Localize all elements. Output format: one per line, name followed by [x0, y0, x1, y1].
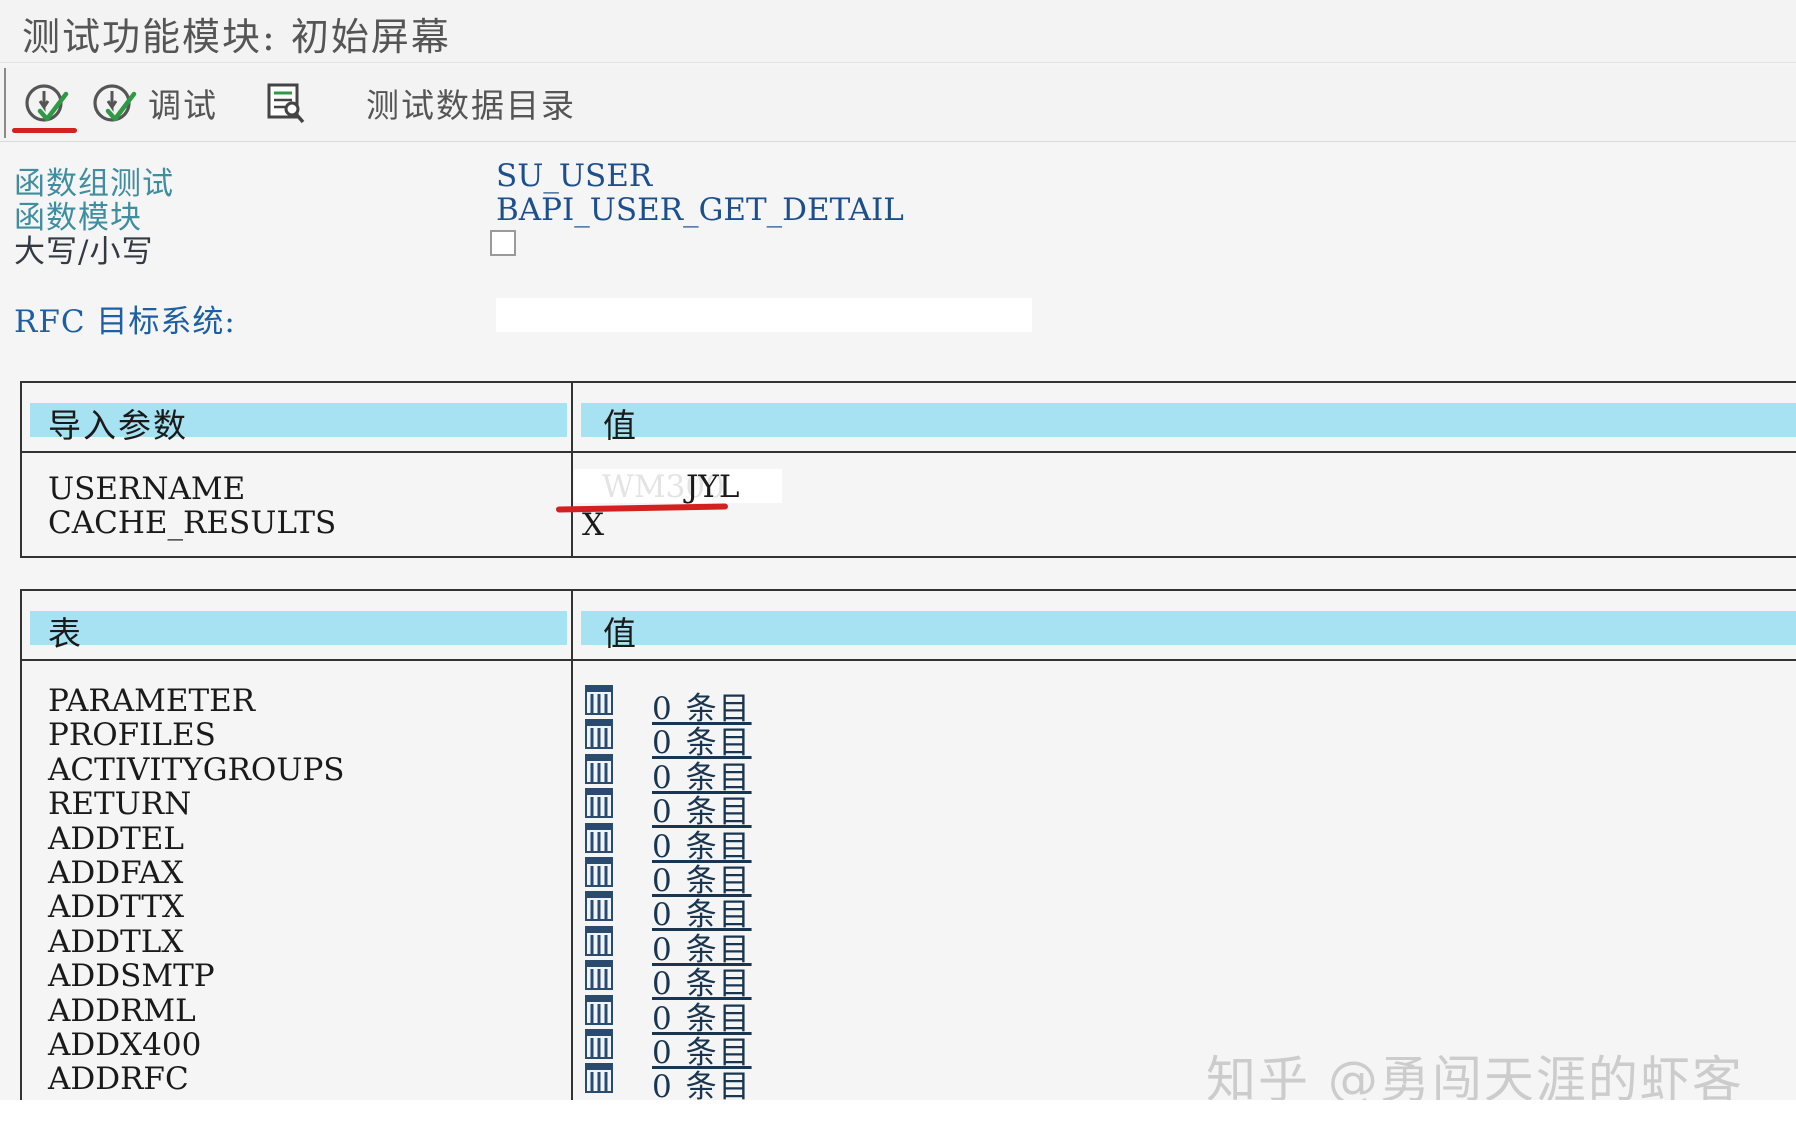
username-value-input[interactable]: WM300 JYL — [574, 469, 782, 503]
rfc-target-input[interactable] — [496, 298, 1032, 332]
panel-separator — [22, 659, 1796, 661]
table-grid-icon[interactable] — [585, 788, 613, 818]
tables-value-header: 值 — [581, 611, 1796, 645]
table-grid-icon[interactable] — [585, 1063, 613, 1093]
function-module-value[interactable]: BAPI_USER_GET_DETAIL — [496, 192, 904, 228]
execute-clock-check-icon — [20, 77, 72, 129]
table-grid-icon[interactable] — [585, 857, 613, 887]
rfc-target-label: RFC 目标系统: — [14, 296, 236, 341]
param-name-cache-results: CACHE_RESULTS — [48, 505, 336, 541]
table-param-name: ADDTEL — [48, 821, 184, 857]
param-name-username: USERNAME — [48, 471, 245, 507]
test-data-directory-icon-button[interactable] — [264, 74, 308, 132]
table-param-name: ADDRFC — [48, 1061, 189, 1097]
cache-results-value[interactable]: X — [582, 507, 604, 543]
table-param-name: ACTIVITYGROUPS — [48, 752, 345, 788]
table-param-name: ADDRML — [48, 993, 196, 1029]
case-sensitive-label: 大写/小写 — [14, 226, 153, 271]
case-sensitive-checkbox[interactable] — [490, 230, 516, 256]
table-param-name: ADDFAX — [48, 855, 183, 891]
table-grid-icon[interactable] — [585, 1029, 613, 1059]
table-param-name: PROFILES — [48, 717, 216, 753]
debug-button[interactable]: 调试 — [88, 74, 218, 132]
table-grid-icon[interactable] — [585, 960, 613, 990]
application-toolbar: 调试 测试数据目录 — [0, 66, 1796, 142]
watermark: 知乎 @勇闯天涯的虾客 — [1206, 1040, 1744, 1100]
table-grid-icon[interactable] — [585, 891, 613, 921]
import-parameters-panel: 导入参数 值 USERNAME CACHE_RESULTS WM300 JYL … — [20, 381, 1796, 558]
test-data-directory-label: 测试数据目录 — [366, 79, 576, 127]
table-param-name: ADDTTX — [48, 889, 184, 925]
function-group-value[interactable]: SU_USER — [496, 158, 652, 194]
table-grid-icon[interactable] — [585, 754, 613, 784]
window-title: 测试功能模块: 初始屏幕 — [22, 6, 451, 61]
table-param-name: ADDTLX — [48, 924, 183, 960]
import-value-header-label: 值 — [603, 399, 638, 447]
tables-panel: 表 值 PARAMETER0 条目PROFILES0 条目ACTIVITYGRO… — [20, 589, 1796, 1100]
sap-screen: 测试功能模块: 初始屏幕 调试 — [0, 0, 1796, 1100]
panel-separator — [22, 451, 1796, 453]
table-param-name: ADDSMTP — [48, 958, 215, 994]
debug-clock-check-icon — [88, 77, 140, 129]
test-data-directory-icon — [264, 79, 308, 127]
tables-value-header-label: 值 — [603, 607, 638, 655]
tables-param-header-label: 表 — [48, 607, 83, 655]
import-param-header: 导入参数 — [30, 403, 567, 437]
panel-column-divider — [571, 591, 573, 1100]
table-param-name: PARAMETER — [48, 683, 255, 719]
execute-button[interactable] — [20, 74, 78, 132]
import-value-header: 值 — [581, 403, 1796, 437]
test-data-directory-button[interactable]: 测试数据目录 — [366, 74, 576, 132]
panel-column-divider — [571, 383, 573, 556]
tables-param-header: 表 — [30, 611, 567, 645]
debug-label: 调试 — [148, 79, 218, 127]
table-grid-icon[interactable] — [585, 995, 613, 1025]
table-grid-icon[interactable] — [585, 719, 613, 749]
table-grid-icon[interactable] — [585, 685, 613, 715]
table-entries-link[interactable]: 0 条目 — [652, 1061, 752, 1100]
username-value: JYL — [686, 469, 739, 505]
table-param-name: ADDX400 — [48, 1027, 201, 1063]
table-param-name: RETURN — [48, 786, 191, 822]
table-grid-icon[interactable] — [585, 926, 613, 956]
toolbar-edge — [4, 68, 6, 138]
table-grid-icon[interactable] — [585, 823, 613, 853]
red-annotation-underline — [12, 128, 77, 133]
import-param-header-label: 导入参数 — [48, 399, 188, 447]
title-bar: 测试功能模块: 初始屏幕 — [0, 0, 1796, 63]
